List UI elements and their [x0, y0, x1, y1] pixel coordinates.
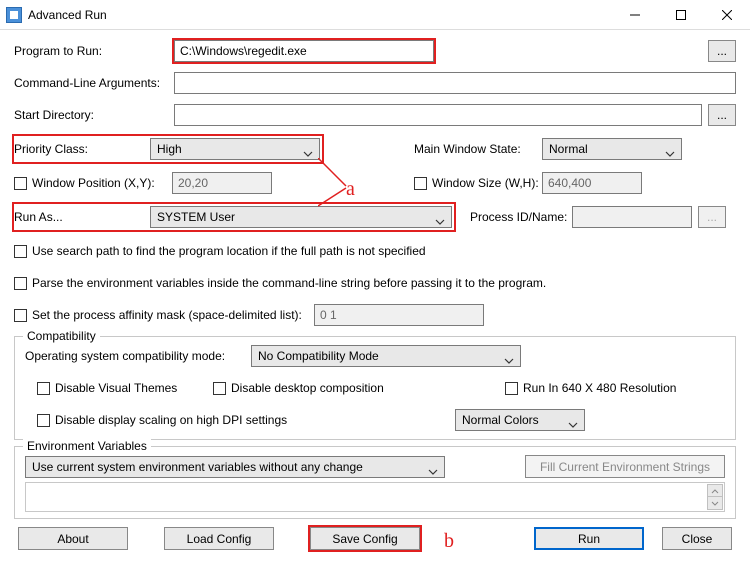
window-title: Advanced Run [28, 8, 612, 22]
close-button[interactable]: Close [662, 527, 732, 550]
parseenv-checkbox[interactable]: Parse the environment variables inside t… [14, 276, 546, 290]
scroll-down-icon[interactable] [707, 496, 723, 510]
osmode-select[interactable]: No Compatibility Mode [251, 345, 521, 367]
run640-checkbox[interactable]: Run In 640 X 480 Resolution [505, 381, 676, 395]
run-button[interactable]: Run [534, 527, 644, 550]
winsize-input[interactable] [542, 172, 642, 194]
startdir-browse-button[interactable]: ... [708, 104, 736, 126]
runas-label: Run As... [12, 210, 150, 224]
envmode-select[interactable]: Use current system environment variables… [25, 456, 445, 478]
program-label: Program to Run: [14, 44, 174, 58]
args-label: Command-Line Arguments: [14, 76, 174, 90]
colors-select[interactable]: Normal Colors [455, 409, 585, 431]
pid-input[interactable] [572, 206, 692, 228]
ddpi-checkbox[interactable]: Disable display scaling on high DPI sett… [37, 413, 455, 427]
winpos-label: Window Position (X,Y): [32, 176, 155, 190]
chevron-down-icon [428, 464, 438, 478]
maximize-button[interactable] [658, 0, 704, 29]
priority-label: Priority Class: [12, 142, 150, 156]
mainwin-select[interactable]: Normal [542, 138, 682, 160]
title-bar: Advanced Run [0, 0, 750, 30]
env-legend: Environment Variables [23, 439, 151, 453]
app-icon [6, 7, 22, 23]
chevron-down-icon [303, 146, 313, 160]
startdir-input[interactable] [174, 104, 702, 126]
affinity-checkbox[interactable]: Set the process affinity mask (space-del… [14, 308, 314, 322]
program-browse-button[interactable]: ... [708, 40, 736, 62]
priority-select[interactable]: High [150, 138, 320, 160]
args-input[interactable] [174, 72, 736, 94]
dvthemes-checkbox[interactable]: Disable Visual Themes [37, 381, 187, 395]
chevron-down-icon [568, 417, 578, 431]
annotation-b: b [444, 530, 454, 553]
compatibility-group: Compatibility Operating system compatibi… [14, 336, 736, 440]
save-config-button[interactable]: Save Config [310, 527, 420, 550]
fillenv-button[interactable]: Fill Current Environment Strings [525, 455, 725, 478]
compat-legend: Compatibility [23, 329, 100, 343]
env-list[interactable] [25, 482, 725, 512]
ddesktop-checkbox[interactable]: Disable desktop composition [213, 381, 413, 395]
minimize-button[interactable] [612, 0, 658, 29]
winpos-input[interactable] [172, 172, 272, 194]
pid-label: Process ID/Name: [470, 210, 572, 224]
runas-select[interactable]: SYSTEM User [150, 206, 452, 228]
winpos-checkbox[interactable]: Window Position (X,Y): [14, 176, 172, 190]
env-group: Environment Variables Use current system… [14, 446, 736, 519]
about-button[interactable]: About [18, 527, 128, 550]
osmode-label: Operating system compatibility mode: [25, 349, 251, 363]
mainwin-label: Main Window State: [414, 142, 542, 156]
chevron-down-icon [504, 353, 514, 367]
load-config-button[interactable]: Load Config [164, 527, 274, 550]
annotation-a: a [346, 178, 355, 201]
winsize-label: Window Size (W,H): [432, 176, 539, 190]
chevron-down-icon [435, 214, 445, 228]
searchpath-checkbox[interactable]: Use search path to find the program loca… [14, 244, 426, 258]
program-input[interactable] [174, 40, 434, 62]
affinity-input[interactable] [314, 304, 484, 326]
startdir-label: Start Directory: [14, 108, 174, 122]
winsize-checkbox[interactable]: Window Size (W,H): [414, 176, 542, 190]
pid-browse-button[interactable]: ... [698, 206, 726, 228]
close-window-button[interactable] [704, 0, 750, 29]
chevron-down-icon [665, 146, 675, 160]
